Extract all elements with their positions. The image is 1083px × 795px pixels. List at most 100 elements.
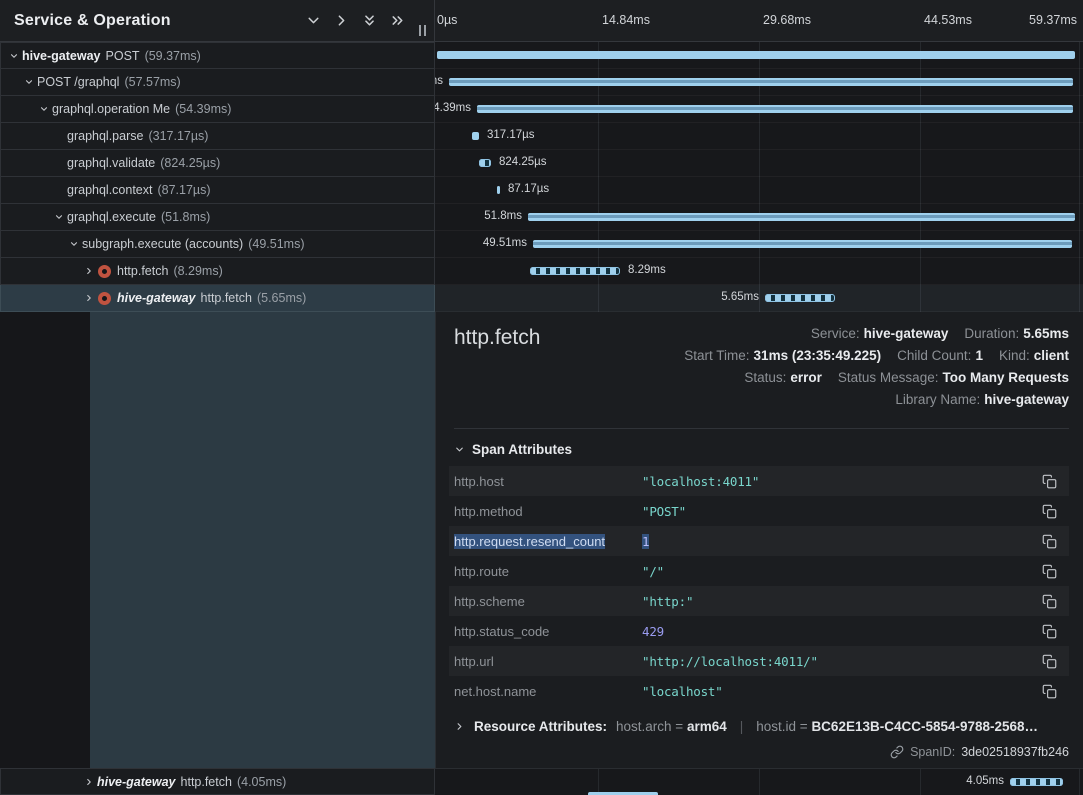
- chevron-down-icon[interactable]: [305, 12, 322, 29]
- resource-separator: |: [740, 719, 744, 734]
- meta-label: Kind:: [999, 348, 1030, 363]
- expand-chevron-icon[interactable]: [84, 777, 97, 787]
- copy-icon[interactable]: [1041, 623, 1057, 639]
- span-duration-bar[interactable]: [528, 213, 1075, 221]
- copy-icon[interactable]: [1041, 533, 1057, 549]
- span-id: SpanID: 3de02518937fb246: [454, 745, 1069, 759]
- span-duration-bar[interactable]: [533, 240, 1072, 248]
- attribute-key: http.method: [454, 504, 642, 519]
- operation-name: http.fetch: [117, 264, 168, 278]
- attribute-value: "localhost": [642, 684, 1041, 699]
- span-attributes-toggle[interactable]: Span Attributes: [454, 442, 1069, 457]
- meta-value: 1: [975, 348, 983, 363]
- span-duration-bar[interactable]: [497, 186, 500, 194]
- span-attributes-title: Span Attributes: [472, 442, 572, 457]
- copy-icon[interactable]: [1041, 473, 1057, 489]
- resource-value: BC62E13B-C4CC-5854-9788-2568…: [811, 719, 1038, 734]
- span-tree-row[interactable]: subgraph.execute (accounts)(49.51ms): [0, 231, 435, 258]
- span-meta-pair: Status Message:Too Many Requests: [838, 367, 1069, 389]
- meta-value: error: [790, 370, 822, 385]
- selected-span-subtree-region: [90, 312, 435, 768]
- span-tree-row[interactable]: http.fetch (8.29ms): [0, 258, 435, 285]
- span-tree-row[interactable]: graphql.execute(51.8ms): [0, 204, 435, 231]
- ruler-tick: 59.37ms: [1029, 13, 1077, 27]
- service-name: hive-gateway: [117, 291, 196, 305]
- trace-viewer: Service & Operation 0µs14.84ms29.68ms44.…: [0, 0, 1083, 795]
- error-icon: [98, 265, 111, 278]
- span-tree-row[interactable]: hive-gatewayPOST(59.37ms): [0, 42, 435, 69]
- span-duration-bar[interactable]: [1010, 778, 1063, 786]
- expand-chevron-icon[interactable]: [84, 266, 97, 276]
- copy-icon[interactable]: [1041, 563, 1057, 579]
- span-duration-bar[interactable]: [449, 78, 1073, 86]
- expand-chevron-icon[interactable]: [24, 77, 37, 87]
- attribute-value: 1: [642, 534, 1041, 549]
- copy-icon[interactable]: [1041, 503, 1057, 519]
- detail-divider: [454, 428, 1069, 429]
- span-meta-pair: Library Name:hive-gateway: [895, 389, 1069, 411]
- meta-value: hive-gateway: [864, 326, 949, 341]
- copy-icon[interactable]: [1041, 593, 1057, 609]
- chevrons-right-icon[interactable]: [389, 12, 406, 29]
- bar-duration-label: 317.17µs: [487, 129, 535, 141]
- resource-key: host.id =: [756, 719, 811, 734]
- attribute-row: net.host.name"localhost": [449, 676, 1069, 706]
- resource-attributes-title: Resource Attributes:: [474, 719, 607, 734]
- meta-label: Child Count:: [897, 348, 971, 363]
- attribute-key: http.status_code: [454, 624, 642, 639]
- operation-name: graphql.context: [67, 183, 152, 197]
- span-duration: (5.65ms): [257, 291, 306, 305]
- span-meta-pair: Start Time:31ms (23:35:49.225): [684, 345, 881, 367]
- attribute-key: net.host.name: [454, 684, 642, 699]
- resource-attributes-row[interactable]: Resource Attributes: host.arch = arm64|h…: [454, 719, 1069, 734]
- span-duration-bar[interactable]: [479, 159, 491, 167]
- error-icon: [98, 292, 111, 305]
- attribute-value: "/": [642, 564, 1041, 579]
- timeline-row: 5.65ms: [435, 285, 1083, 312]
- span-duration: (8.29ms): [173, 264, 222, 278]
- attribute-row: http.host"localhost:4011": [449, 466, 1069, 496]
- meta-value: 31ms (23:35:49.225): [754, 348, 882, 363]
- service-name: hive-gateway: [22, 49, 101, 63]
- text-selection-highlight: http.request.resend_count: [454, 534, 605, 549]
- timeline-bottom: 4.05ms: [435, 768, 1083, 795]
- span-detail-panel: http.fetch Service:hive-gatewayDuration:…: [435, 312, 1083, 768]
- span-duration-bar[interactable]: [477, 105, 1073, 113]
- resource-value: arm64: [687, 719, 727, 734]
- span-duration-bar[interactable]: [472, 132, 479, 140]
- expand-chevron-icon[interactable]: [84, 293, 97, 303]
- expand-chevron-icon[interactable]: [9, 51, 22, 61]
- timeline-row: [435, 42, 1083, 69]
- span-tree-row[interactable]: graphql.validate(824.25µs): [0, 150, 435, 177]
- timeline-row: 4.05ms: [435, 769, 1083, 795]
- span-duration-bar[interactable]: [530, 267, 620, 275]
- expand-chevron-icon[interactable]: [39, 104, 52, 114]
- span-duration-bar[interactable]: [765, 294, 835, 302]
- link-icon[interactable]: [890, 745, 904, 759]
- attribute-row: http.route"/": [449, 556, 1069, 586]
- chevrons-down-icon[interactable]: [361, 12, 378, 29]
- attribute-key: http.scheme: [454, 594, 642, 609]
- bar-duration-label: 49.51ms: [483, 237, 527, 249]
- attribute-value: "http:": [642, 594, 1041, 609]
- chevron-right-icon[interactable]: [333, 12, 350, 29]
- copy-icon[interactable]: [1041, 683, 1057, 699]
- bar-duration-label: 5.65ms: [721, 291, 759, 303]
- span-tree-row[interactable]: graphql.parse(317.17µs): [0, 123, 435, 150]
- expand-chevron-icon[interactable]: [69, 239, 82, 249]
- span-tree-row[interactable]: hive-gatewayhttp.fetch(5.65ms): [0, 285, 435, 312]
- chevron-down-icon: [454, 444, 465, 455]
- span-meta-line: Library Name:hive-gateway: [684, 389, 1069, 411]
- splitter-handle-icon[interactable]: [419, 25, 426, 36]
- expand-chevron-icon[interactable]: [54, 212, 67, 222]
- span-tree-row[interactable]: graphql.context(87.17µs): [0, 177, 435, 204]
- span-duration-bar[interactable]: [437, 51, 1075, 59]
- copy-icon[interactable]: [1041, 653, 1057, 669]
- bar-duration-label: 54.39ms: [435, 102, 471, 114]
- operation-name: POST: [106, 49, 140, 63]
- attribute-key: http.url: [454, 654, 642, 669]
- span-tree-row[interactable]: hive-gatewayhttp.fetch(4.05ms): [0, 768, 435, 795]
- resource-attribute: host.id = BC62E13B-C4CC-5854-9788-2568…: [756, 719, 1038, 734]
- span-tree-row[interactable]: graphql.operation Me(54.39ms): [0, 96, 435, 123]
- span-tree-row[interactable]: POST /graphql(57.57ms): [0, 69, 435, 96]
